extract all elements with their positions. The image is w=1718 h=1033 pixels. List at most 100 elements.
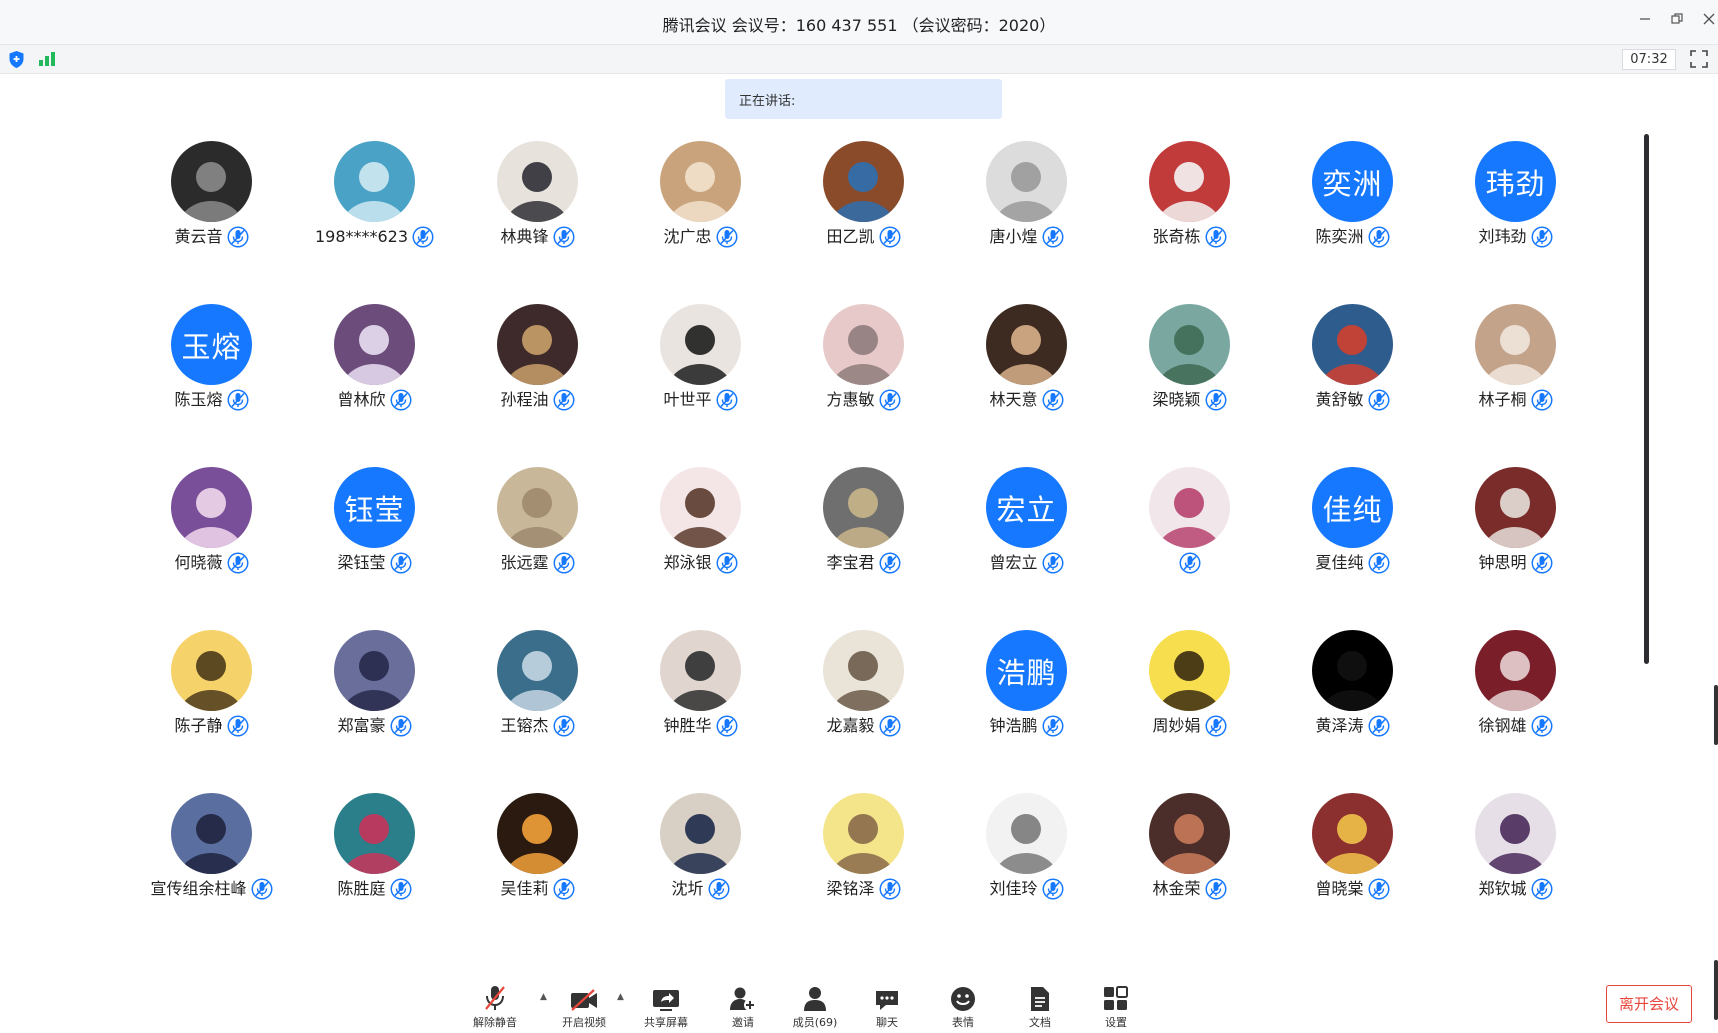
participant-name-row: 龙嘉毅 xyxy=(782,713,945,739)
gallery-scrollbar[interactable] xyxy=(1644,134,1649,664)
participant-tile[interactable]: 唐小煌 xyxy=(945,140,1108,303)
participant-tile[interactable]: 沈圻 xyxy=(619,792,782,955)
participant-tile[interactable]: 梁铭泽 xyxy=(782,792,945,955)
participant-tile[interactable]: 王镕杰 xyxy=(456,629,619,792)
participant-tile[interactable]: 张奇栋 xyxy=(1108,140,1271,303)
participant-tile[interactable]: 黄泽涛 xyxy=(1271,629,1434,792)
video-options-caret-icon[interactable]: ▲ xyxy=(617,992,629,1004)
participant-name-row: 林子桐 xyxy=(1434,387,1597,413)
participant-name: 张远霆 xyxy=(500,553,549,572)
info-bar: 07:32 xyxy=(0,44,1718,74)
participant-tile[interactable]: 玉熔 陈玉熔 xyxy=(130,303,293,466)
photo-campfire-icon xyxy=(171,793,252,874)
participant-tile[interactable]: 198****623 xyxy=(293,140,456,303)
avatar-text: 佳纯 xyxy=(1322,492,1383,527)
participant-tile[interactable]: 田乙凯 xyxy=(782,140,945,303)
participant-tile[interactable]: 林天意 xyxy=(945,303,1108,466)
participant-tile[interactable]: 奕洲 陈奕洲 xyxy=(1271,140,1434,303)
participant-name: 曾宏立 xyxy=(989,553,1038,572)
participant-tile[interactable]: 方惠敏 xyxy=(782,303,945,466)
participant-tile[interactable] xyxy=(1108,466,1271,629)
participant-tile[interactable]: 黄舒敏 xyxy=(1271,303,1434,466)
participant-tile[interactable]: 钟思明 xyxy=(1434,466,1597,629)
participant-name-row: 郑泳银 xyxy=(619,550,782,576)
photo-basketball-court-icon xyxy=(1312,304,1393,385)
reactions-button[interactable]: 表情 xyxy=(926,982,1000,1032)
participant-tile[interactable]: 郑钦城 xyxy=(1434,792,1597,955)
participant-tile[interactable]: 郑富豪 xyxy=(293,629,456,792)
chat-button[interactable]: 聊天 xyxy=(850,982,924,1032)
apps-grid-icon xyxy=(1079,982,1153,1012)
participant-name: 叶世平 xyxy=(663,390,712,409)
mic-status-icon xyxy=(716,552,738,574)
participant-tile[interactable]: 刘佳玲 xyxy=(945,792,1108,955)
settings-button[interactable]: 设置 xyxy=(1079,982,1153,1032)
participant-tile[interactable]: 吴佳莉 xyxy=(456,792,619,955)
mic-status-icon xyxy=(879,552,901,574)
docs-button[interactable]: 文档 xyxy=(1003,982,1077,1032)
leave-meeting-button[interactable]: 离开会议 xyxy=(1606,985,1692,1023)
signal-icon[interactable] xyxy=(38,51,56,71)
unmute-button[interactable]: 解除静音 xyxy=(458,982,532,1032)
participant-tile[interactable]: 林典锋 xyxy=(456,140,619,303)
participant-name: 梁钰莹 xyxy=(337,553,386,572)
text-avatar: 浩鹏 xyxy=(986,630,1067,711)
participant-tile[interactable]: 陈子静 xyxy=(130,629,293,792)
minimize-icon[interactable] xyxy=(1634,10,1656,32)
participant-tile[interactable]: 何晓薇 xyxy=(130,466,293,629)
participant-tile[interactable]: 孙程油 xyxy=(456,303,619,466)
participant-name-row: 夏佳纯 xyxy=(1271,550,1434,576)
close-icon[interactable] xyxy=(1698,10,1718,32)
photo-cartoon-duck-icon xyxy=(497,630,578,711)
photo-neon-street-icon xyxy=(1475,630,1556,711)
share-screen-button[interactable]: 共享屏幕 xyxy=(629,982,703,1032)
participant-tile[interactable]: 张远霆 xyxy=(456,466,619,629)
participant-name-row: 方惠敏 xyxy=(782,387,945,413)
participant-tile[interactable]: 玮劲 刘玮劲 xyxy=(1434,140,1597,303)
participant-tile[interactable]: 周妙娟 xyxy=(1108,629,1271,792)
start-video-button[interactable]: 开启视频 xyxy=(547,982,621,1032)
participant-tile[interactable]: 钟胜华 xyxy=(619,629,782,792)
avatar-text: 玉熔 xyxy=(181,329,242,364)
invite-button[interactable]: 邀请 xyxy=(706,982,780,1032)
photo-lake-person-icon xyxy=(334,141,415,222)
participant-tile[interactable]: 曾林欣 xyxy=(293,303,456,466)
participant-tile[interactable]: 宏立 曾宏立 xyxy=(945,466,1108,629)
participant-tile[interactable]: 郑泳银 xyxy=(619,466,782,629)
window-edge-handle[interactable] xyxy=(1714,685,1718,745)
photo-manga-man-icon xyxy=(334,630,415,711)
photo-blue-anime-icon xyxy=(1475,793,1556,874)
mic-status-icon xyxy=(1531,878,1553,900)
participant-name: 唐小煌 xyxy=(989,227,1038,246)
participant-tile[interactable]: 林子桐 xyxy=(1434,303,1597,466)
shield-icon[interactable] xyxy=(8,50,25,73)
participant-name-row: 钟浩鹏 xyxy=(945,713,1108,739)
photo-girl-portrait-icon xyxy=(660,304,741,385)
photo-dark-room-person-icon xyxy=(823,793,904,874)
participant-tile[interactable]: 龙嘉毅 xyxy=(782,629,945,792)
participant-tile[interactable]: 徐钢雄 xyxy=(1434,629,1597,792)
participant-tile[interactable]: 梁晓颖 xyxy=(1108,303,1271,466)
mic-status-icon xyxy=(227,226,249,248)
participant-tile[interactable]: 林金荣 xyxy=(1108,792,1271,955)
participant-tile[interactable]: 陈胜庭 xyxy=(293,792,456,955)
mic-status-icon xyxy=(1042,389,1064,411)
participant-tile[interactable]: 佳纯 夏佳纯 xyxy=(1271,466,1434,629)
photo-cartoon-cat-face-icon xyxy=(497,467,578,548)
participant-name: 林天意 xyxy=(989,390,1038,409)
members-button[interactable]: 成员(69) xyxy=(778,982,852,1032)
participant-tile[interactable]: 宣传组余柱峰 xyxy=(130,792,293,955)
restore-icon[interactable] xyxy=(1666,10,1688,32)
participant-name: 沈圻 xyxy=(671,879,704,898)
participant-tile[interactable]: 沈广忠 xyxy=(619,140,782,303)
photo-man-outdoors-icon xyxy=(1312,793,1393,874)
participant-tile[interactable]: 李宝君 xyxy=(782,466,945,629)
participant-tile[interactable]: 钰莹 梁钰莹 xyxy=(293,466,456,629)
participant-tile[interactable]: 叶世平 xyxy=(619,303,782,466)
mic-status-icon xyxy=(879,389,901,411)
mic-status-icon xyxy=(412,226,434,248)
fullscreen-icon[interactable] xyxy=(1690,50,1708,72)
participant-tile[interactable]: 黄云音 xyxy=(130,140,293,303)
participant-tile[interactable]: 浩鹏 钟浩鹏 xyxy=(945,629,1108,792)
participant-tile[interactable]: 曾晓棠 xyxy=(1271,792,1434,955)
